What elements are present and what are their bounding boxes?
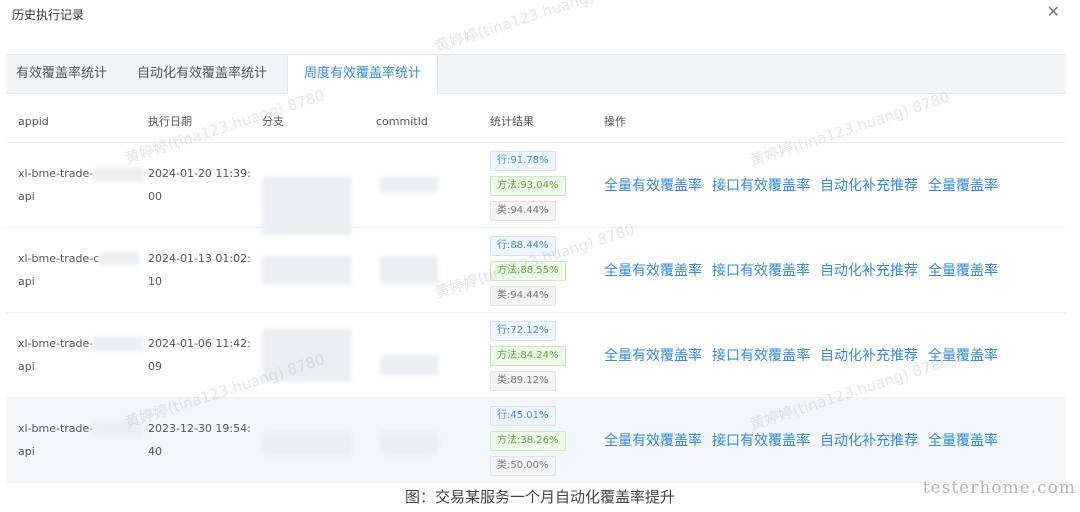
redacted-block	[380, 432, 438, 454]
full-coverage-link[interactable]: 全量覆盖率	[928, 430, 998, 450]
interface-effective-coverage-link[interactable]: 接口有效覆盖率	[712, 175, 810, 195]
appid-text: xl-bme-trade-	[18, 167, 94, 180]
operations-cell: 全量有效覆盖率 接口有效覆盖率 自动化补充推荐 全量覆盖率	[604, 260, 1066, 280]
line-coverage-badge: 行:72.12%	[490, 320, 556, 341]
redacted-block	[93, 422, 144, 436]
automation-recommend-link[interactable]: 自动化补充推荐	[820, 345, 918, 365]
appid-text-2: api	[18, 190, 35, 203]
date-cell: 2024-01-20 11:39: 00	[148, 162, 262, 208]
table-row: xl-bme-trade-c api 2024-01-13 01:02: 10 …	[6, 228, 1066, 313]
tab-automation-coverage[interactable]: 自动化有效覆盖率统计	[127, 55, 277, 93]
date-cell: 2024-01-13 01:02: 10	[148, 247, 262, 293]
method-coverage-badge: 方法:38.26%	[490, 430, 566, 451]
redacted-block	[380, 177, 438, 193]
method-coverage-badge: 方法:93.04%	[490, 175, 566, 196]
appid-text: xl-bme-trade-c	[18, 252, 100, 265]
full-coverage-link[interactable]: 全量覆盖率	[928, 345, 998, 365]
redacted-block	[93, 167, 144, 181]
header-appid: appid	[18, 114, 49, 128]
appid-text: xl-bme-trade-	[18, 337, 94, 350]
history-table: appid 执行日期 分支 commitId 统计结果 操作 xl-bme-tr…	[6, 100, 1066, 483]
redacted-block	[99, 252, 140, 266]
class-coverage-badge: 类:94.44%	[490, 285, 556, 306]
appid-text: xl-bme-trade-	[18, 422, 94, 435]
appid-text-2: api	[18, 360, 35, 373]
redacted-block	[380, 355, 438, 375]
date-text: 2023-12-30 19:54:	[148, 422, 251, 435]
appid-cell: xl-bme-trade- api	[6, 332, 148, 378]
result-cell: 行:72.12% 方法:84.24% 类:89.12%	[490, 318, 604, 393]
result-cell: 行:91.78% 方法:93.04% 类:94.44%	[490, 148, 604, 223]
operations-cell: 全量有效覆盖率 接口有效覆盖率 自动化补充推荐 全量覆盖率	[604, 175, 1066, 195]
result-cell: 行:88.44% 方法:88.55% 类:94.44%	[490, 233, 604, 308]
class-coverage-badge: 类:94.44%	[490, 200, 556, 221]
result-cell: 行:45.01% 方法:38.26% 类:50.00%	[490, 403, 604, 478]
table-row: xl-bme-trade- api 2023-12-30 19:54: 40 行…	[6, 398, 1066, 483]
header-date: 执行日期	[148, 115, 192, 128]
appid-cell: xl-bme-trade- api	[6, 162, 148, 208]
date-text-2: 00	[148, 190, 162, 203]
full-effective-coverage-link[interactable]: 全量有效覆盖率	[604, 260, 702, 280]
table-row: xl-bme-trade- api 2024-01-20 11:39: 00 行…	[6, 143, 1066, 235]
date-text: 2024-01-06 11:42:	[148, 337, 251, 350]
automation-recommend-link[interactable]: 自动化补充推荐	[820, 175, 918, 195]
date-text: 2024-01-20 11:39:	[148, 167, 251, 180]
figure-caption: 图：交易某服务一个月自动化覆盖率提升	[404, 488, 675, 506]
tab-bar: 有效覆盖率统计 自动化有效覆盖率统计 周度有效覆盖率统计	[6, 54, 1066, 94]
line-coverage-badge: 行:45.01%	[490, 405, 556, 426]
date-text: 2024-01-13 01:02:	[148, 252, 251, 265]
appid-text-2: api	[18, 445, 35, 458]
redacted-block	[262, 177, 352, 235]
line-coverage-badge: 行:91.78%	[490, 150, 556, 171]
date-cell: 2023-12-30 19:54: 40	[148, 417, 262, 463]
operations-cell: 全量有效覆盖率 接口有效覆盖率 自动化补充推荐 全量覆盖率	[604, 430, 1066, 450]
full-effective-coverage-link[interactable]: 全量有效覆盖率	[604, 345, 702, 365]
line-coverage-badge: 行:88.44%	[490, 235, 556, 256]
watermark: 黄婷婷(tina123.huang) 8780	[432, 0, 637, 56]
interface-effective-coverage-link[interactable]: 接口有效覆盖率	[712, 345, 810, 365]
automation-recommend-link[interactable]: 自动化补充推荐	[820, 260, 918, 280]
method-coverage-badge: 方法:84.24%	[490, 345, 566, 366]
brand-logo: testerhome.com	[922, 478, 1076, 498]
date-cell: 2024-01-06 11:42: 09	[148, 332, 262, 378]
appid-cell: xl-bme-trade- api	[6, 417, 148, 463]
redacted-block	[380, 256, 438, 284]
table-row: xl-bme-trade- api 2024-01-06 11:42: 09 行…	[6, 313, 1066, 398]
date-text-2: 40	[148, 445, 162, 458]
date-text-2: 10	[148, 275, 162, 288]
full-effective-coverage-link[interactable]: 全量有效覆盖率	[604, 175, 702, 195]
dialog-title: 历史执行记录	[12, 8, 85, 22]
automation-recommend-link[interactable]: 自动化补充推荐	[820, 430, 918, 450]
full-effective-coverage-link[interactable]: 全量有效覆盖率	[604, 430, 702, 450]
tab-effective-coverage[interactable]: 有效覆盖率统计	[6, 55, 117, 93]
interface-effective-coverage-link[interactable]: 接口有效覆盖率	[712, 260, 810, 280]
header-result: 统计结果	[490, 115, 534, 128]
appid-cell: xl-bme-trade-c api	[6, 247, 148, 293]
redacted-block	[262, 256, 352, 284]
tab-weekly-coverage[interactable]: 周度有效覆盖率统计	[287, 55, 439, 94]
date-text-2: 09	[148, 360, 162, 373]
header-commitid: commitId	[376, 114, 428, 128]
class-coverage-badge: 类:89.12%	[490, 370, 556, 391]
full-coverage-link[interactable]: 全量覆盖率	[928, 260, 998, 280]
appid-text-2: api	[18, 275, 35, 288]
redacted-block	[262, 432, 352, 454]
redacted-block	[93, 337, 144, 351]
operations-cell: 全量有效覆盖率 接口有效覆盖率 自动化补充推荐 全量覆盖率	[604, 345, 1066, 365]
header-operations: 操作	[604, 115, 626, 128]
header-branch: 分支	[262, 115, 284, 128]
table-header: appid 执行日期 分支 commitId 统计结果 操作	[6, 100, 1066, 143]
class-coverage-badge: 类:50.00%	[490, 455, 556, 476]
redacted-block	[262, 329, 352, 381]
close-icon[interactable]: ✕	[1047, 2, 1060, 21]
method-coverage-badge: 方法:88.55%	[490, 260, 566, 281]
full-coverage-link[interactable]: 全量覆盖率	[928, 175, 998, 195]
interface-effective-coverage-link[interactable]: 接口有效覆盖率	[712, 430, 810, 450]
